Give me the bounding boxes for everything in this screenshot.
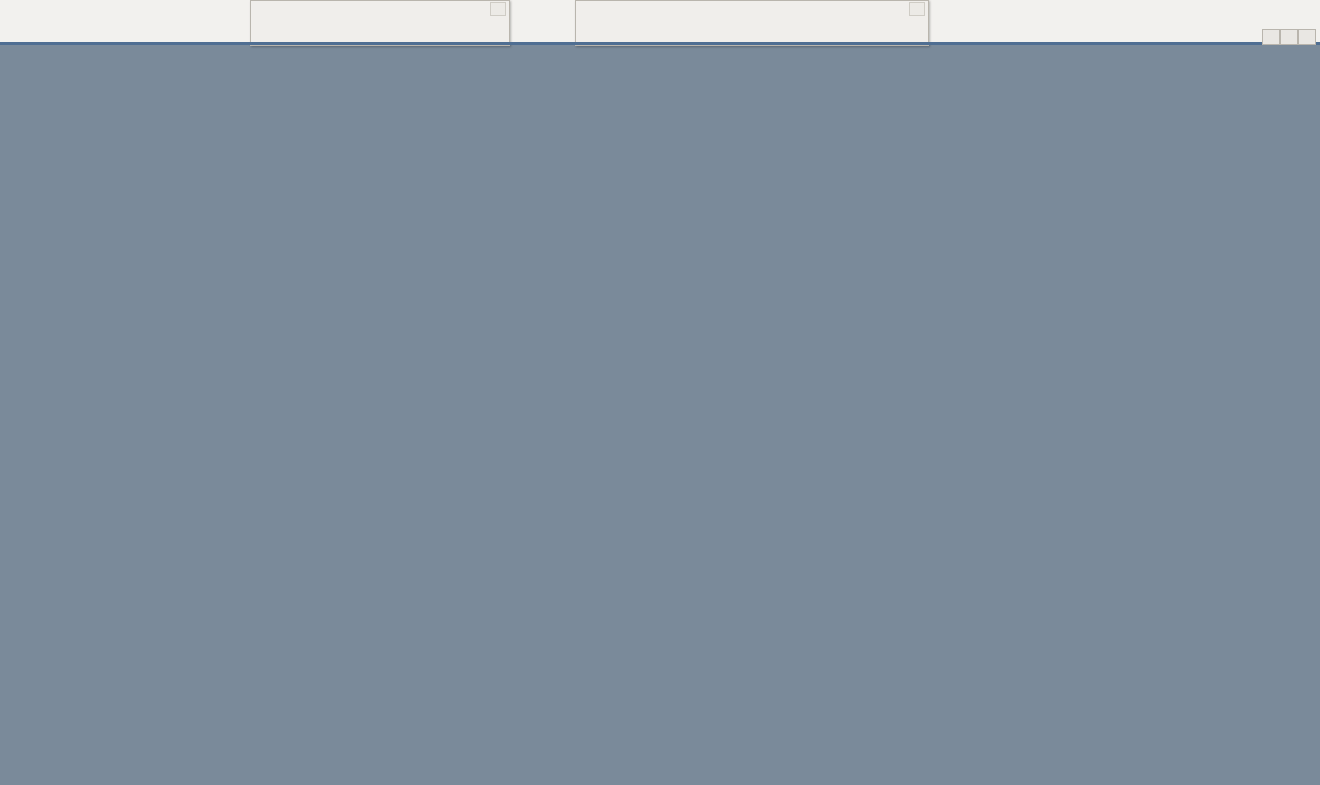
drawing-tool-buttons — [576, 17, 928, 21]
timeframe-buttons — [251, 17, 509, 21]
timeframe-panel-title — [251, 1, 509, 17]
price-chart[interactable] — [0, 0, 1320, 785]
chart-minimize-button[interactable] — [1262, 29, 1280, 45]
drawing-panel-title — [576, 1, 928, 17]
close-icon[interactable] — [909, 2, 925, 16]
chart-close-button[interactable] — [1298, 29, 1316, 45]
close-icon[interactable] — [490, 2, 506, 16]
title-toolbar-area — [0, 0, 1320, 42]
toolbar-divider — [0, 42, 1320, 45]
drawing-tools-panel — [575, 0, 929, 46]
timeframe-panel — [250, 0, 510, 46]
window-minimize-button[interactable] — [1193, 4, 1223, 24]
window-close-button[interactable] — [1288, 4, 1318, 24]
window-restore-button[interactable] — [1243, 4, 1273, 24]
mt4-window — [0, 0, 1320, 785]
chart-restore-button[interactable] — [1280, 29, 1298, 45]
